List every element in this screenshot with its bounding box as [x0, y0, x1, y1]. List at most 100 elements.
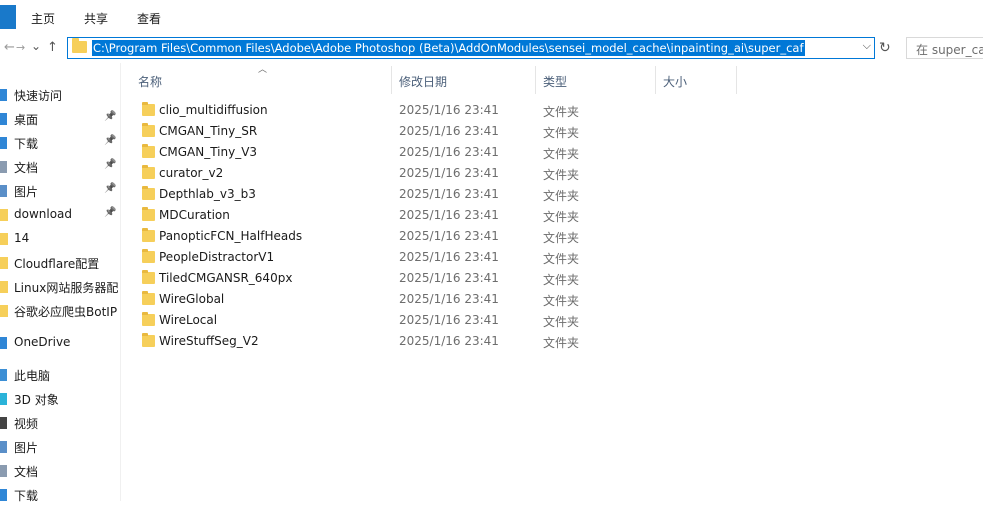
pin-icon[interactable]: 📌: [104, 207, 116, 218]
file-name: CMGAN_Tiny_SR: [159, 124, 258, 138]
search-placeholder: 在 super_ca: [916, 43, 983, 57]
sidebar-item-label: 文档: [14, 161, 39, 175]
sidebar-item[interactable]: download 📌: [0, 203, 120, 227]
sidebar-item[interactable]: 此电脑: [0, 363, 120, 387]
sidebar-item-label: 视频: [14, 417, 39, 431]
folder-icon: [142, 333, 155, 347]
file-modified: 2025/1/16 23:41: [399, 145, 499, 159]
file-row[interactable]: CMGAN_Tiny_V3 2025/1/16 23:41 文件夹: [121, 142, 983, 163]
file-row[interactable]: CMGAN_Tiny_SR 2025/1/16 23:41 文件夹: [121, 121, 983, 142]
sidebar-item-label: 3D 对象: [14, 393, 59, 407]
file-row[interactable]: PeopleDistractorV1 2025/1/16 23:41 文件夹: [121, 247, 983, 268]
refresh-icon[interactable]: ↻: [879, 40, 891, 56]
column-divider[interactable]: [655, 66, 656, 94]
sidebar-item[interactable]: 视频: [0, 411, 120, 435]
file-row[interactable]: Depthlab_v3_b3 2025/1/16 23:41 文件夹: [121, 184, 983, 205]
file-row[interactable]: TiledCMGANSR_640px 2025/1/16 23:41 文件夹: [121, 268, 983, 289]
sidebar-item-label: 下载: [14, 489, 39, 503]
file-tab[interactable]: [0, 5, 16, 29]
file-modified: 2025/1/16 23:41: [399, 292, 499, 306]
column-divider[interactable]: [391, 66, 392, 94]
file-modified: 2025/1/16 23:41: [399, 271, 499, 285]
search-input[interactable]: 在 super_ca: [906, 37, 983, 59]
ribbon: 主页 共享 查看: [0, 0, 983, 33]
sidebar-item[interactable]: 3D 对象: [0, 387, 120, 411]
file-type: 文件夹: [543, 210, 580, 224]
video-icon: [0, 417, 7, 429]
file-row[interactable]: PanopticFCN_HalfHeads 2025/1/16 23:41 文件夹: [121, 226, 983, 247]
file-modified: 2025/1/16 23:41: [399, 124, 499, 138]
file-type: 文件夹: [543, 252, 580, 266]
sidebar-item[interactable]: 图片: [0, 435, 120, 459]
pin-icon[interactable]: 📌: [104, 183, 116, 194]
sidebar-item-label: Linux网站服务器配: [14, 281, 118, 295]
sidebar-item[interactable]: 快速访问: [0, 83, 120, 107]
forward-arrow-icon[interactable]: →: [16, 41, 25, 54]
file-row[interactable]: WireLocal 2025/1/16 23:41 文件夹: [121, 310, 983, 331]
column-type[interactable]: 类型: [543, 73, 567, 90]
folder-icon: [0, 209, 8, 221]
sidebar-item-label: 图片: [14, 185, 39, 199]
pin-icon[interactable]: 📌: [104, 159, 116, 170]
recent-locations-icon[interactable]: ⌄: [31, 39, 41, 53]
file-type: 文件夹: [543, 315, 580, 329]
file-modified: 2025/1/16 23:41: [399, 103, 499, 117]
column-name[interactable]: 名称: [138, 73, 162, 90]
sidebar-item-label: 此电脑: [14, 369, 51, 383]
folder-icon: [0, 281, 8, 293]
sidebar-item[interactable]: 谷歌必应爬虫BotIP: [0, 299, 120, 323]
sort-ascending-icon: ︿: [258, 65, 268, 75]
tab-home[interactable]: 主页: [31, 10, 55, 27]
file-modified: 2025/1/16 23:41: [399, 229, 499, 243]
file-row[interactable]: WireGlobal 2025/1/16 23:41 文件夹: [121, 289, 983, 310]
file-row[interactable]: curator_v2 2025/1/16 23:41 文件夹: [121, 163, 983, 184]
file-name: PeopleDistractorV1: [159, 250, 275, 264]
tab-view[interactable]: 查看: [137, 10, 161, 27]
file-row[interactable]: WireStuffSeg_V2 2025/1/16 23:41 文件夹: [121, 331, 983, 352]
picture-icon: [0, 185, 7, 197]
sidebar-item-label: 桌面: [14, 113, 39, 127]
sidebar-item-label: Cloudflare配置: [14, 257, 100, 271]
column-divider[interactable]: [736, 66, 737, 94]
folder-icon: [142, 270, 155, 284]
column-size[interactable]: 大小: [663, 73, 687, 90]
sidebar-item[interactable]: OneDrive: [0, 331, 120, 355]
picture-icon: [0, 441, 7, 453]
folder-icon: [142, 165, 155, 179]
pin-icon[interactable]: 📌: [104, 111, 116, 122]
chevron-down-icon[interactable]: ⌵: [863, 39, 871, 53]
address-path[interactable]: C:\Program Files\Common Files\Adobe\Adob…: [92, 40, 805, 56]
file-name: curator_v2: [159, 166, 224, 180]
folder-icon: [142, 291, 155, 305]
cube-icon: [0, 393, 7, 405]
sidebar-item[interactable]: 图片 📌: [0, 179, 120, 203]
sidebar-item[interactable]: 桌面 📌: [0, 107, 120, 131]
sidebar-item[interactable]: 下载: [0, 483, 120, 507]
file-name: PanopticFCN_HalfHeads: [159, 229, 303, 243]
sidebar-item[interactable]: 14: [0, 227, 120, 251]
sidebar-item-label: download: [14, 207, 73, 221]
pin-icon[interactable]: 📌: [104, 135, 116, 146]
sidebar-item[interactable]: 文档 📌: [0, 155, 120, 179]
address-input[interactable]: C:\Program Files\Common Files\Adobe\Adob…: [67, 37, 875, 59]
file-name: MDCuration: [159, 208, 230, 222]
tab-share[interactable]: 共享: [84, 10, 108, 27]
sidebar-item[interactable]: Linux网站服务器配: [0, 275, 120, 299]
column-modified[interactable]: 修改日期: [399, 73, 447, 90]
document-icon: [0, 465, 7, 477]
sidebar-item-label: 谷歌必应爬虫BotIP: [14, 305, 118, 319]
column-divider[interactable]: [535, 66, 536, 94]
sidebar-item-label: 下载: [14, 137, 39, 151]
file-row[interactable]: MDCuration 2025/1/16 23:41 文件夹: [121, 205, 983, 226]
sidebar-item[interactable]: 下载 📌: [0, 131, 120, 155]
file-row[interactable]: clio_multidiffusion 2025/1/16 23:41 文件夹: [121, 100, 983, 121]
sidebar-item[interactable]: Cloudflare配置: [0, 251, 120, 275]
sidebar-item[interactable]: 文档: [0, 459, 120, 483]
file-type: 文件夹: [543, 147, 580, 161]
folder-icon: [0, 233, 8, 245]
folder-icon: [142, 186, 155, 200]
back-arrow-icon[interactable]: ←: [4, 40, 15, 55]
file-modified: 2025/1/16 23:41: [399, 187, 499, 201]
up-arrow-icon[interactable]: ↑: [47, 40, 58, 55]
sidebar-item-label: 文档: [14, 465, 39, 479]
